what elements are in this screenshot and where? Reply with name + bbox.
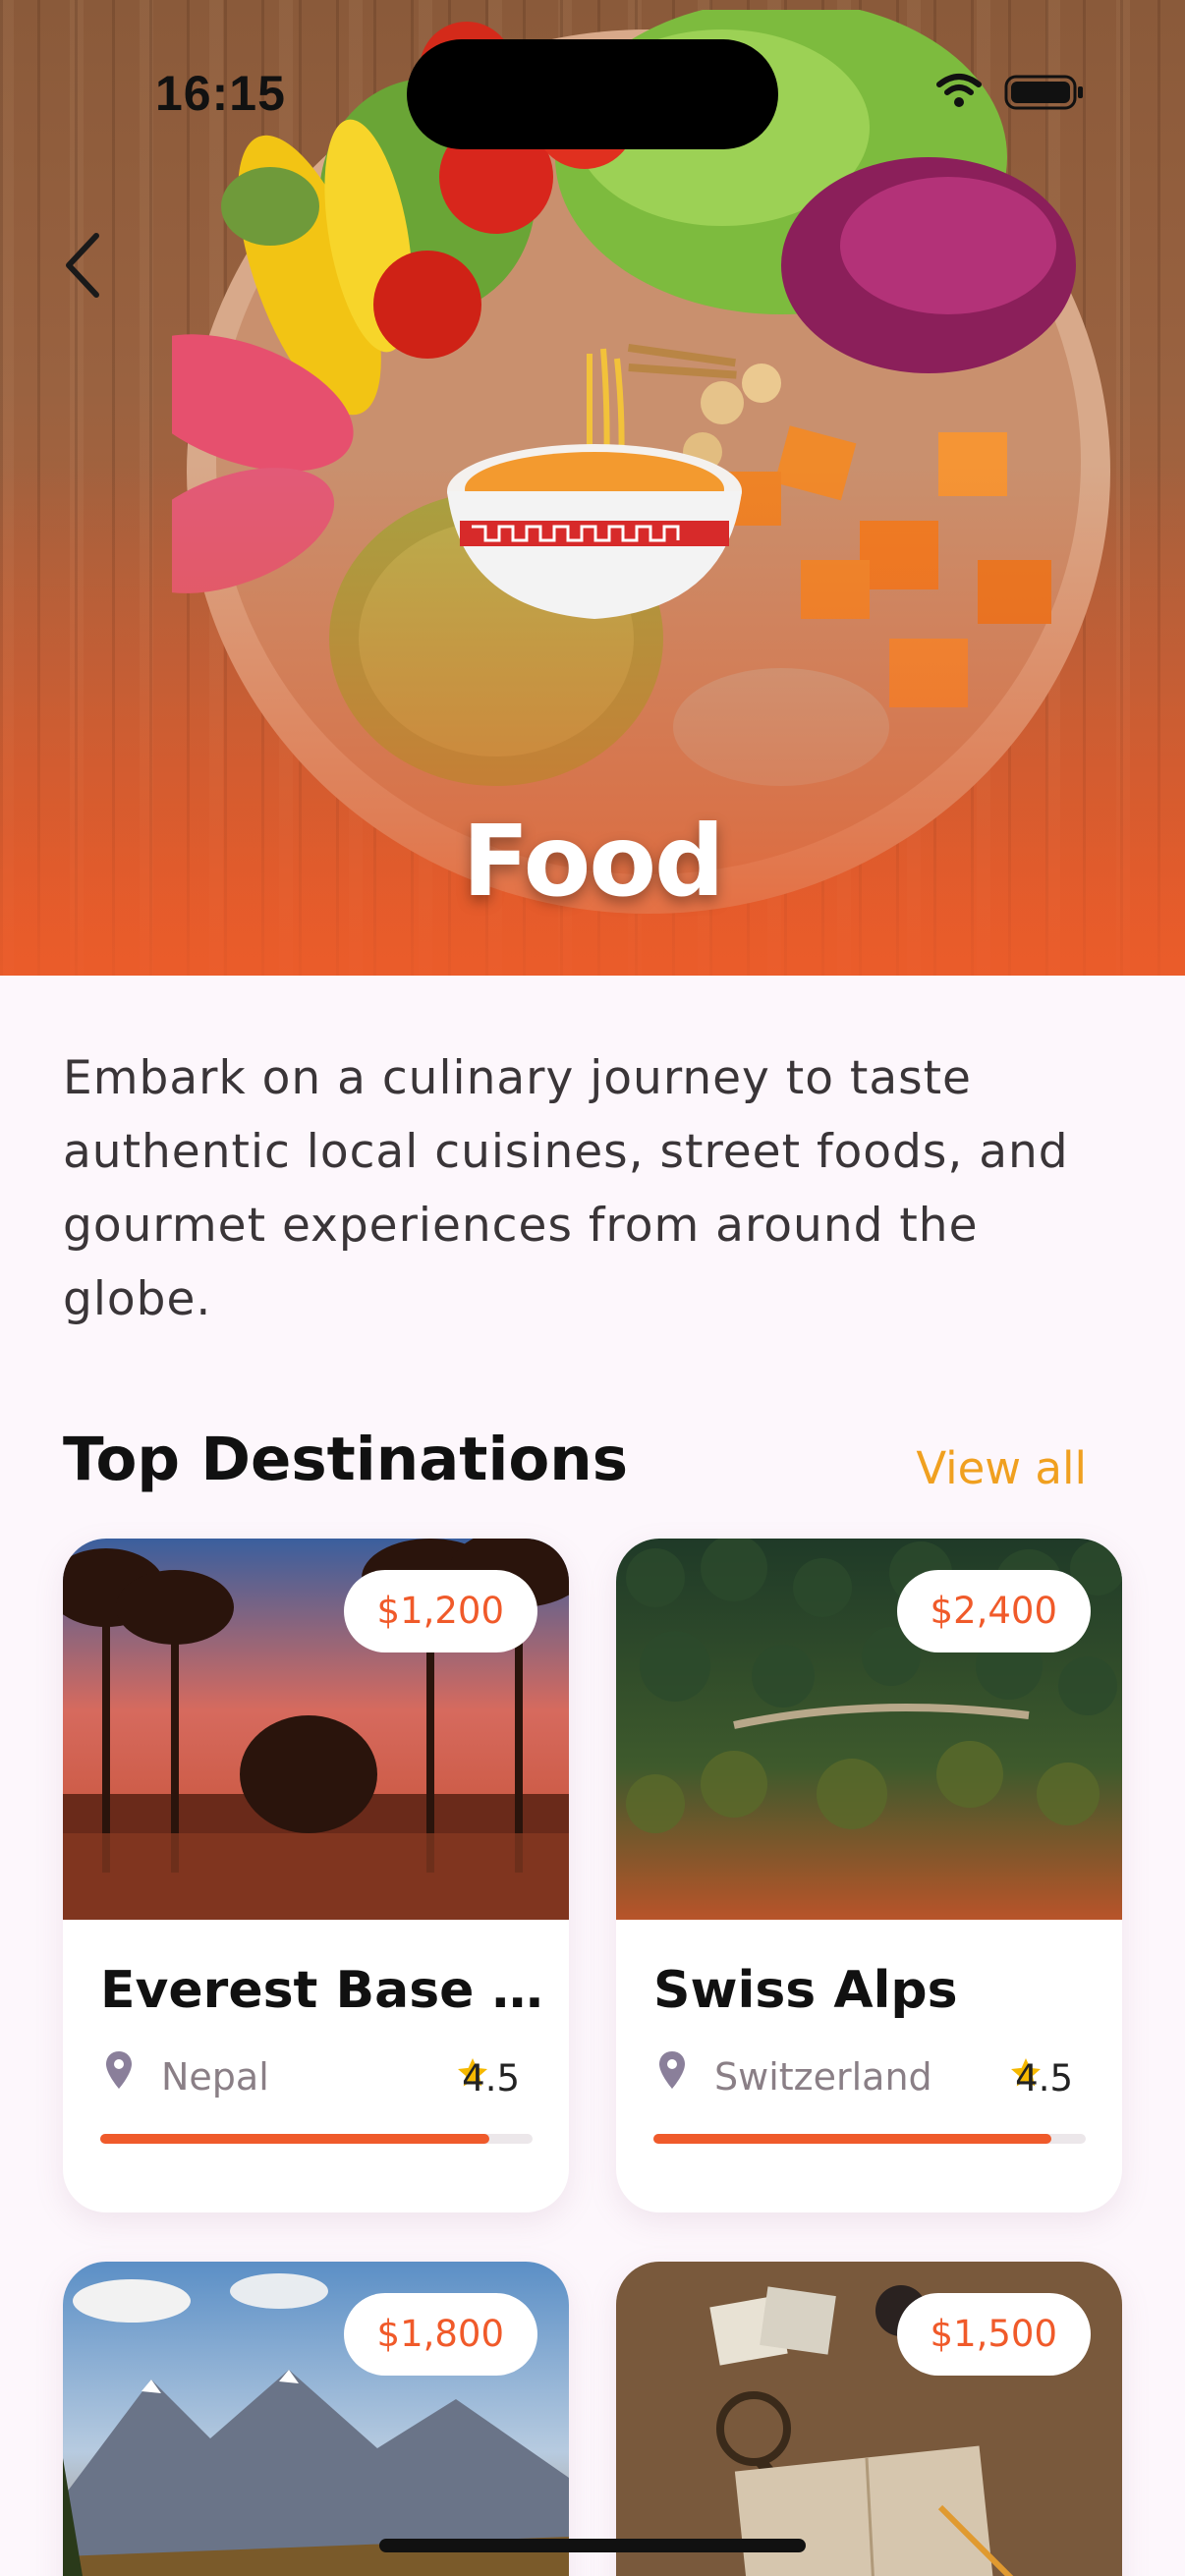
back-chevron-icon[interactable] <box>57 226 112 305</box>
location-row: Switzerland 4.5 <box>616 2049 1122 2108</box>
status-time: 16:15 <box>155 66 286 121</box>
price-badge: $2,400 <box>896 1570 1091 1652</box>
rating-value: 4.5 <box>462 2057 520 2100</box>
destination-title: Swiss Alps <box>653 1961 958 2020</box>
price-badge: $1,500 <box>896 2293 1091 2376</box>
status-icons <box>936 74 1083 110</box>
destination-card[interactable]: $1,200 Everest Base Ca... Nepal 4.5 <box>63 1539 569 2212</box>
location-text: Switzerland <box>714 2055 932 2099</box>
dynamic-island <box>407 39 778 149</box>
progress-fill <box>100 2134 489 2144</box>
progress-fill <box>653 2134 1051 2144</box>
hero-title: Food <box>462 804 724 919</box>
battery-icon <box>1004 75 1083 110</box>
noodle-bowl-icon <box>447 344 742 619</box>
rating-value: 4.5 <box>1015 2057 1073 2100</box>
destination-title: Everest Base Ca... <box>100 1961 552 2020</box>
location-text: Nepal <box>161 2055 269 2099</box>
hero-banner: 16:15 Food <box>0 0 1185 976</box>
location-pin-icon <box>106 2051 132 2089</box>
price-badge: $1,800 <box>343 2293 537 2376</box>
wifi-icon <box>936 74 982 107</box>
price-badge: $1,200 <box>343 1570 537 1652</box>
location-pin-icon <box>659 2051 685 2089</box>
home-indicator <box>379 2539 806 2552</box>
progress-track <box>100 2134 533 2144</box>
destination-card[interactable]: $1,800 <box>63 2262 569 2576</box>
destination-card[interactable]: $1,500 <box>616 2262 1122 2576</box>
progress-track <box>653 2134 1086 2144</box>
section-title: Top Destinations <box>63 1425 629 1494</box>
location-row: Nepal 4.5 <box>63 2049 569 2108</box>
view-all-link[interactable]: View all <box>916 1442 1087 1494</box>
category-description: Embark on a culinary journey to taste au… <box>63 1051 1069 1326</box>
destination-card[interactable]: $2,400 Swiss Alps Switzerland 4.5 <box>616 1539 1122 2212</box>
